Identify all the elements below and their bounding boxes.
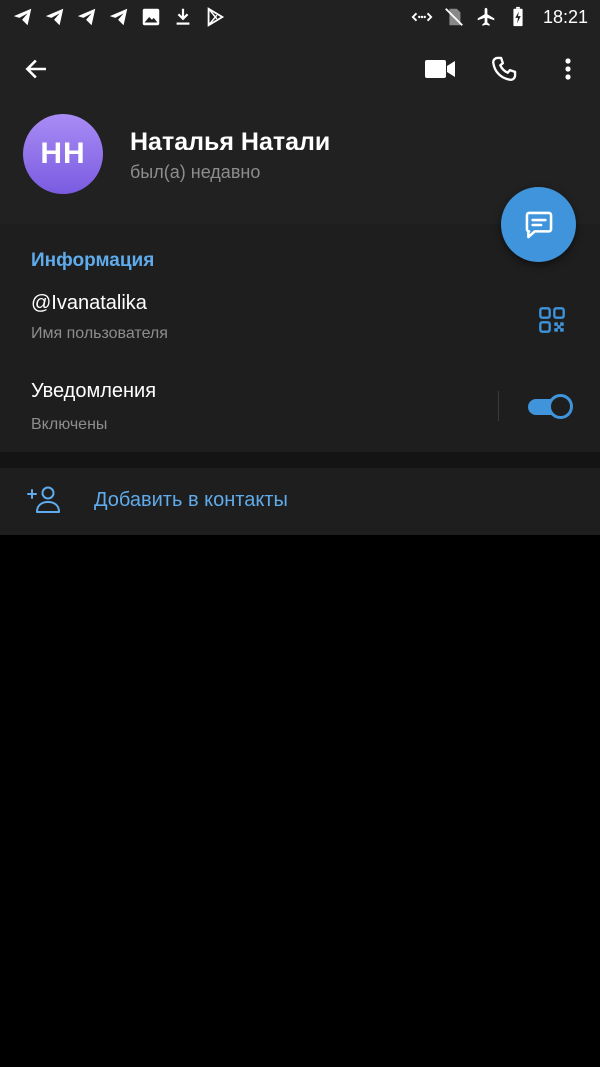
profile-header: НН Наталья Натали был(а) недавно [0, 34, 600, 224]
qr-code-button[interactable] [534, 302, 570, 338]
send-message-button[interactable] [501, 187, 576, 262]
status-time: 18:21 [542, 6, 588, 27]
username-value[interactable]: @Ivanatalika [31, 292, 147, 315]
notifications-toggle[interactable] [526, 394, 573, 419]
back-button[interactable] [16, 54, 56, 84]
download-icon [172, 6, 194, 28]
video-call-button[interactable] [422, 52, 458, 86]
battery-charging-icon [507, 6, 529, 28]
back-arrow-icon [25, 59, 46, 79]
qr-code-icon [539, 307, 565, 333]
toggle-knob [548, 394, 573, 419]
avatar[interactable]: НН [23, 114, 103, 194]
image-icon [140, 6, 162, 28]
telegram-icon [76, 6, 98, 28]
no-sim-icon [443, 6, 465, 28]
phone-icon [492, 56, 517, 81]
telegram-icon [12, 6, 34, 28]
divider [498, 391, 499, 421]
add-contact-icon [26, 484, 62, 516]
username-label: Имя пользователя [31, 325, 168, 342]
telegram-icon [108, 6, 130, 28]
notification-icons [12, 6, 226, 28]
section-title: Информация [31, 250, 155, 271]
info-section: Информация @Ivanatalika Имя пользователя… [0, 224, 600, 452]
video-camera-icon [425, 60, 455, 78]
data-saver-icon [411, 6, 433, 28]
notifications-state: Включены [31, 416, 108, 433]
add-to-contacts-button[interactable]: Добавить в контакты [0, 468, 600, 535]
more-options-button[interactable] [550, 52, 586, 86]
more-vertical-icon [565, 58, 571, 80]
status-bar: 18:21 [0, 0, 600, 34]
voice-call-button[interactable] [486, 52, 522, 86]
message-icon [525, 211, 552, 238]
system-icons: 18:21 [411, 6, 588, 28]
section-divider [0, 452, 600, 468]
telegram-icon [44, 6, 66, 28]
add-to-contacts-label: Добавить в контакты [94, 489, 288, 511]
profile-name: Наталья Натали [130, 128, 331, 156]
play-store-icon [204, 6, 226, 28]
last-seen-status: был(а) недавно [130, 162, 261, 182]
airplane-icon [475, 6, 497, 28]
notifications-title[interactable]: Уведомления [31, 380, 156, 403]
